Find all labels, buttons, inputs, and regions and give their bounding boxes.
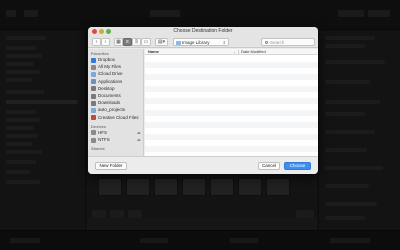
sidebar-item-creative-cloud-files[interactable]: Creative Cloud Files	[91, 115, 143, 121]
empty-row	[145, 134, 318, 140]
cloud-icon	[91, 71, 96, 77]
choose-destination-dialog: Choose Destination Folder ‹ › ▦ ≡ ⫼ ▭ ▤▾…	[88, 27, 318, 174]
sidebar-item-label: Dropbox	[98, 57, 116, 62]
dialog-toolbar: ‹ › ▦ ≡ ⫼ ▭ ▤▾ Image Library ⇕ Search	[88, 36, 318, 48]
sidebar-section-heading: Shared	[91, 146, 105, 152]
sidebar-item-label: auto_projects	[98, 107, 126, 113]
column-header-row: Name ⌄ Date Modified	[145, 49, 318, 55]
finder-sidebar: Favorites Dropbox All My Files iCloud Drive…	[88, 49, 144, 156]
forward-button[interactable]: ›	[101, 38, 110, 46]
empty-row	[145, 122, 318, 128]
file-list[interactable]: Name ⌄ Date Modified	[145, 49, 318, 156]
column-header-name[interactable]: Name	[148, 49, 159, 55]
sidebar-item-label: Creative Cloud Files	[98, 114, 139, 120]
dialog-footer: New Folder Cancel Choose	[88, 156, 318, 174]
sidebar-item-ntfs[interactable]: NTFS ⏏	[91, 137, 143, 143]
eject-icon[interactable]: ⏏	[137, 130, 141, 136]
back-button[interactable]: ‹	[92, 38, 101, 46]
search-icon	[265, 40, 268, 44]
sidebar-item-label: NTFS	[98, 137, 110, 142]
dropbox-icon	[91, 57, 96, 63]
sidebar-item-desktop[interactable]: Desktop	[91, 86, 143, 92]
list-view-button[interactable]: ≡	[123, 38, 132, 46]
sidebar-section-heading: Favorites	[91, 51, 109, 56]
empty-row	[145, 86, 318, 92]
empty-row	[145, 146, 318, 152]
column-view-icon: ⫼	[135, 39, 138, 45]
folder-icon	[176, 40, 181, 45]
sidebar-item-downloads[interactable]: Downloads	[91, 100, 143, 106]
icon-view-button[interactable]: ▦	[114, 38, 123, 46]
chevron-updown-icon: ⇕	[222, 39, 226, 45]
list-view-icon: ≡	[126, 39, 129, 45]
cover-flow-icon: ▭	[143, 39, 149, 45]
column-divider[interactable]	[238, 50, 239, 54]
empty-row	[145, 110, 318, 116]
documents-icon	[91, 93, 96, 99]
search-input[interactable]: Search	[261, 38, 315, 46]
sidebar-item-icloud-drive[interactable]: iCloud Drive	[91, 71, 143, 77]
sidebar-item-all-my-files[interactable]: All My Files	[91, 64, 143, 70]
sidebar-item-label: Applications	[98, 78, 123, 84]
icon-view-icon: ▦	[116, 39, 121, 45]
folder-icon	[91, 107, 96, 113]
all-files-icon	[91, 64, 96, 70]
drive-icon	[91, 137, 96, 143]
sidebar-item-documents[interactable]: Documents	[91, 93, 143, 99]
sidebar-item-label: Downloads	[98, 100, 121, 106]
downloads-icon	[91, 100, 96, 106]
empty-row	[145, 74, 318, 80]
sidebar-item-label: iCloud Drive	[98, 71, 123, 77]
new-folder-button[interactable]: New Folder	[95, 162, 127, 170]
group-by-icon: ▤▾	[157, 39, 166, 45]
empty-row	[145, 98, 318, 104]
sidebar-item-label: All My Files	[98, 64, 122, 70]
sidebar-item-hfs[interactable]: HFS ⏏	[91, 130, 143, 136]
column-header-date-modified[interactable]: Date Modified	[241, 49, 266, 55]
location-label: Image Library	[182, 39, 210, 45]
desktop-icon	[91, 86, 96, 92]
cancel-button[interactable]: Cancel	[258, 162, 280, 170]
sidebar-item-applications[interactable]: Applications	[91, 79, 143, 85]
chevron-right-icon: ›	[104, 39, 107, 45]
sidebar-item-label: Desktop	[98, 85, 115, 91]
sort-descending-icon: ⌄	[233, 50, 236, 54]
location-popup[interactable]: Image Library ⇕	[173, 38, 229, 46]
choose-button[interactable]: Choose	[284, 162, 311, 170]
dialog-title: Choose Destination Folder	[173, 28, 233, 34]
group-by-button[interactable]: ▤▾	[155, 38, 168, 46]
empty-row	[145, 62, 318, 68]
cover-flow-button[interactable]: ▭	[141, 38, 151, 46]
dialog-titlebar: Choose Destination Folder	[88, 27, 318, 36]
sidebar-item-label: Documents	[98, 93, 121, 98]
sidebar-section-heading: Devices	[91, 123, 107, 129]
eject-icon[interactable]: ⏏	[137, 137, 141, 143]
sidebar-item-auto-projects[interactable]: auto_projects	[91, 107, 143, 113]
sidebar-item-label: HFS	[98, 129, 107, 135]
applications-icon	[91, 79, 96, 85]
column-view-button[interactable]: ⫼	[132, 38, 141, 46]
drive-icon	[91, 130, 96, 136]
creative-cloud-icon	[91, 115, 96, 121]
sidebar-item-dropbox[interactable]: Dropbox	[91, 57, 143, 63]
search-placeholder: Search	[270, 39, 285, 45]
chevron-left-icon: ‹	[95, 39, 98, 45]
